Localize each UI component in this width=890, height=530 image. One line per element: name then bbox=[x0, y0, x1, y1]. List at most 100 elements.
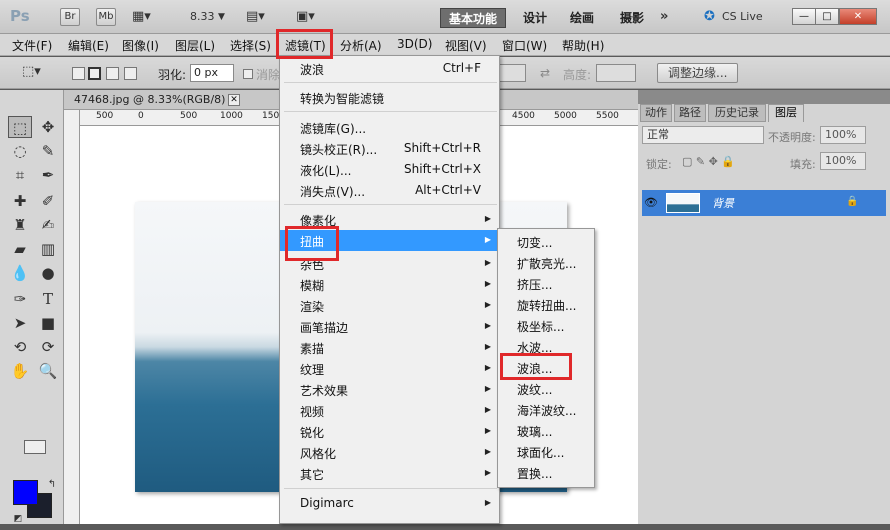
eye-icon[interactable]: 👁 bbox=[644, 196, 658, 209]
menu-analysis[interactable]: 分析(A) bbox=[340, 37, 382, 54]
menu-item-brush-strokes[interactable]: 画笔描边 ▶ bbox=[280, 316, 499, 337]
workspace-photography[interactable]: 摄影 bbox=[612, 8, 652, 28]
marquee-tool-icon[interactable]: ⬚ bbox=[8, 116, 32, 138]
hand-tool-icon[interactable]: ✋ bbox=[8, 360, 32, 382]
close-document-icon[interactable]: ✕ bbox=[228, 94, 240, 106]
maximize-button[interactable]: □ bbox=[815, 8, 839, 25]
lock-icons[interactable]: ▢ ✎ ✥ 🔒 bbox=[682, 155, 735, 168]
menu-item-sketch[interactable]: 素描 ▶ bbox=[280, 337, 499, 358]
intersect-selection-icon[interactable] bbox=[124, 67, 137, 80]
height-input[interactable] bbox=[596, 64, 636, 82]
move-tool-icon[interactable]: ✥ bbox=[36, 116, 60, 138]
zoom-level[interactable]: 8.33 bbox=[190, 10, 215, 23]
view-extras-icon[interactable]: ▦▾ bbox=[132, 9, 151, 24]
blur-tool-icon[interactable]: 💧 bbox=[8, 262, 32, 284]
menu-layer[interactable]: 图层(L) bbox=[175, 37, 215, 54]
marquee-preset-icon[interactable]: ⬚▾ bbox=[22, 64, 41, 79]
quick-mask-button[interactable] bbox=[24, 440, 46, 454]
submenu-item-ripple[interactable]: 波纹... bbox=[498, 378, 594, 399]
menu-item-sharpen[interactable]: 锐化 ▶ bbox=[280, 421, 499, 442]
menu-file[interactable]: 文件(F) bbox=[12, 37, 52, 54]
submenu-item-spherize[interactable]: 球面化... bbox=[498, 441, 594, 462]
swap-icon[interactable]: ⇄ bbox=[540, 66, 550, 80]
menu-item-video[interactable]: 视频 ▶ bbox=[280, 400, 499, 421]
arrange-documents-icon[interactable]: ▤▾ bbox=[246, 9, 265, 24]
menu-item-other[interactable]: 其它 ▶ bbox=[280, 463, 499, 484]
more-workspaces-icon[interactable]: » bbox=[660, 9, 668, 24]
gradient-tool-icon[interactable]: ▥ bbox=[36, 238, 60, 260]
mini-bridge-button[interactable]: Mb bbox=[96, 8, 116, 26]
menu-item-blur[interactable]: 模糊 ▶ bbox=[280, 274, 499, 295]
clone-stamp-tool-icon[interactable]: ♜ bbox=[8, 214, 32, 236]
submenu-item-pinch[interactable]: 挤压... bbox=[498, 273, 594, 294]
workspace-essentials[interactable]: 基本功能 bbox=[440, 8, 507, 28]
menu-item-liquify[interactable]: 液化(L)... Shift+Ctrl+X bbox=[280, 159, 499, 180]
shape-tool-icon[interactable]: ■ bbox=[36, 312, 60, 334]
submenu-item-twirl[interactable]: 旋转扭曲... bbox=[498, 294, 594, 315]
dodge-tool-icon[interactable]: ● bbox=[36, 262, 60, 284]
tab-actions[interactable]: 动作 bbox=[640, 104, 672, 122]
screen-mode-icon[interactable]: ▣▾ bbox=[296, 9, 315, 24]
zoom-dropdown-icon[interactable]: ▼ bbox=[218, 12, 225, 22]
refine-edge-button[interactable]: 调整边缘... bbox=[657, 63, 739, 83]
opacity-input[interactable]: 100% bbox=[820, 126, 866, 144]
menu-3d[interactable]: 3D(D) bbox=[397, 37, 432, 51]
menu-item-convert-smart-filter[interactable]: 转换为智能滤镜 bbox=[280, 87, 499, 108]
submenu-item-glass[interactable]: 玻璃... bbox=[498, 420, 594, 441]
type-tool-icon[interactable]: T bbox=[36, 288, 60, 310]
width-input[interactable] bbox=[498, 64, 526, 82]
menu-item-stylize[interactable]: 风格化 ▶ bbox=[280, 442, 499, 463]
cslive-icon[interactable]: ✪ bbox=[704, 9, 715, 24]
menu-item-last-filter[interactable]: 波浪 Ctrl+F bbox=[280, 58, 499, 79]
quick-selection-tool-icon[interactable]: ✎ bbox=[36, 140, 60, 162]
submenu-item-polar-coordinates[interactable]: 极坐标... bbox=[498, 315, 594, 336]
cslive-label[interactable]: CS Live bbox=[722, 10, 763, 23]
submenu-item-ocean-ripple[interactable]: 海洋波纹... bbox=[498, 399, 594, 420]
history-brush-tool-icon[interactable]: ✍ bbox=[36, 214, 60, 236]
eraser-tool-icon[interactable]: ▰ bbox=[8, 238, 32, 260]
menu-image[interactable]: 图像(I) bbox=[122, 37, 159, 54]
menu-select[interactable]: 选择(S) bbox=[230, 37, 271, 54]
menu-help[interactable]: 帮助(H) bbox=[562, 37, 604, 54]
blend-mode-select[interactable]: 正常 bbox=[642, 126, 764, 144]
antialias-checkbox[interactable] bbox=[243, 69, 253, 79]
menu-item-filter-gallery[interactable]: 滤镜库(G)... bbox=[280, 117, 499, 138]
menu-item-texture[interactable]: 纹理 ▶ bbox=[280, 358, 499, 379]
submenu-item-shear[interactable]: 切变... bbox=[498, 231, 594, 252]
foreground-color-swatch[interactable] bbox=[13, 480, 38, 505]
3d-rotate-tool-icon[interactable]: ⟲ bbox=[8, 336, 32, 358]
default-colors-icon[interactable]: ◩ bbox=[6, 508, 30, 530]
layer-name[interactable]: 背景 bbox=[712, 195, 734, 211]
zoom-tool-icon[interactable]: 🔍 bbox=[36, 360, 60, 382]
3d-orbit-tool-icon[interactable]: ⟳ bbox=[36, 336, 60, 358]
layer-row-background[interactable]: 👁 背景 🔒 bbox=[642, 190, 886, 216]
eyedropper-tool-icon[interactable]: ✒ bbox=[36, 164, 60, 186]
bridge-button[interactable]: Br bbox=[60, 8, 80, 26]
menu-view[interactable]: 视图(V) bbox=[445, 37, 487, 54]
workspace-design[interactable]: 设计 bbox=[515, 8, 555, 28]
tab-layers[interactable]: 图层 bbox=[768, 104, 804, 122]
menu-item-render[interactable]: 渲染 ▶ bbox=[280, 295, 499, 316]
swap-colors-icon[interactable]: ↰ bbox=[40, 474, 64, 496]
menu-item-artistic[interactable]: 艺术效果 ▶ bbox=[280, 379, 499, 400]
submenu-item-displace[interactable]: 置换... bbox=[498, 462, 594, 483]
minimize-button[interactable]: — bbox=[792, 8, 816, 25]
add-selection-icon[interactable] bbox=[88, 67, 101, 80]
workspace-painting[interactable]: 绘画 bbox=[562, 8, 602, 28]
pen-tool-icon[interactable]: ✑ bbox=[8, 288, 32, 310]
menu-item-vanishing-point[interactable]: 消失点(V)... Alt+Ctrl+V bbox=[280, 180, 499, 201]
menu-window[interactable]: 窗口(W) bbox=[502, 37, 547, 54]
path-selection-tool-icon[interactable]: ➤ bbox=[8, 312, 32, 334]
close-button[interactable]: ✕ bbox=[839, 8, 877, 25]
menu-edit[interactable]: 编辑(E) bbox=[68, 37, 109, 54]
lasso-tool-icon[interactable]: ◌ bbox=[8, 140, 32, 162]
healing-brush-tool-icon[interactable]: ✚ bbox=[8, 190, 32, 212]
tab-history[interactable]: 历史记录 bbox=[708, 104, 766, 122]
subtract-selection-icon[interactable] bbox=[106, 67, 119, 80]
feather-input[interactable]: 0 px bbox=[190, 64, 234, 82]
crop-tool-icon[interactable]: ⌗ bbox=[8, 164, 32, 186]
tab-paths[interactable]: 路径 bbox=[674, 104, 706, 122]
menu-item-digimarc[interactable]: Digimarc ▶ bbox=[280, 493, 499, 514]
submenu-item-diffuse-glow[interactable]: 扩散亮光... bbox=[498, 252, 594, 273]
menu-item-lens-correction[interactable]: 镜头校正(R)... Shift+Ctrl+R bbox=[280, 138, 499, 159]
